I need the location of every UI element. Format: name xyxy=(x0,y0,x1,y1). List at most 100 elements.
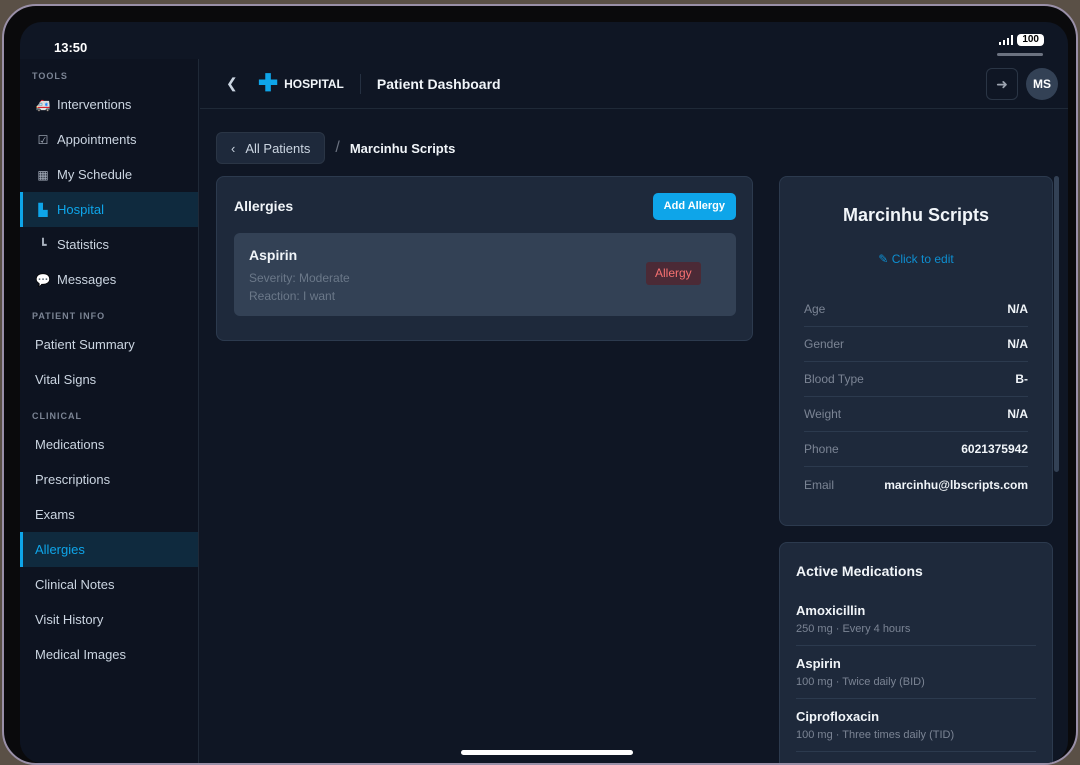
sidebar-item-label: Medical Images xyxy=(35,647,127,662)
back-button[interactable]: ❮ xyxy=(226,75,246,92)
sidebar-item-label: My Schedule xyxy=(57,167,133,182)
sidebar-item-hospital[interactable]: ▙ Hospital xyxy=(20,192,198,227)
patient-fields: Age N/A Gender N/A Blood Type B- Weight N/A Phon… xyxy=(804,292,1028,502)
sidebar-section-title: CLINICAL xyxy=(32,411,82,421)
field-row: Gender N/A xyxy=(804,327,1028,362)
ambulance-icon: 🚑 xyxy=(35,97,51,112)
divider xyxy=(359,73,361,94)
field-value: B- xyxy=(1015,372,1028,386)
home-indicator[interactable] xyxy=(461,750,633,755)
hospital-icon: ▙ xyxy=(38,202,48,217)
status-indicator xyxy=(997,53,1043,56)
sidebar-item-vital-signs[interactable]: Vital Signs xyxy=(20,362,198,397)
breadcrumb-current: Marcinhu Scripts xyxy=(349,140,456,156)
logout-button[interactable]: ➜ xyxy=(986,68,1018,100)
signal-icon xyxy=(999,35,1014,45)
all-patients-button[interactable]: ‹ All Patients xyxy=(216,132,326,164)
sidebar-item-statistics[interactable]: ┗ Statistics xyxy=(20,227,198,262)
screen: 13:50 100 TOOLS 🚑 Interventions ☑ Appointmen… xyxy=(20,22,1068,763)
sidebar-item-medical-images[interactable]: Medical Images xyxy=(20,637,198,672)
breadcrumb: ‹ All Patients / Marcinhu Scripts xyxy=(216,132,455,164)
breadcrumb-separator: / xyxy=(335,139,340,156)
brand-name: HOSPITAL xyxy=(284,76,344,91)
field-row: Blood Type B- xyxy=(804,362,1028,397)
hospital-cross-icon: ✚ xyxy=(258,69,279,97)
page-title: Patient Dashboard xyxy=(376,75,501,92)
field-label: Age xyxy=(804,302,826,316)
allergies-title: Allergies xyxy=(234,198,294,214)
field-row: Age N/A xyxy=(804,292,1028,327)
field-label: Email xyxy=(804,477,835,492)
patient-profile-card: Marcinhu Scripts ✎ Click to edit Age N/A G… xyxy=(779,176,1053,526)
calendar-check-icon: ☑ xyxy=(37,132,49,147)
avatar[interactable]: MS xyxy=(1026,68,1058,100)
sidebar-item-label: Vital Signs xyxy=(35,372,97,387)
allergies-card: Allergies Add Allergy Aspirin Severity: … xyxy=(216,176,753,341)
add-allergy-button[interactable]: Add Allergy xyxy=(652,193,736,220)
edit-link[interactable]: ✎ Click to edit xyxy=(780,252,1052,266)
field-label: Blood Type xyxy=(804,372,864,386)
pencil-icon: ✎ xyxy=(878,252,889,266)
sidebar-item-label: Clinical Notes xyxy=(35,577,115,592)
field-value: marcinhu@lbscripts.com xyxy=(884,477,1028,492)
sidebar-item-label: Statistics xyxy=(57,237,110,252)
sidebar-item-label: Exams xyxy=(35,507,75,522)
logout-icon: ➜ xyxy=(996,75,1008,92)
sidebar-item-label: Allergies xyxy=(35,542,85,557)
allergy-severity: Severity: Moderate xyxy=(249,271,350,285)
field-row: Email marcinhu@lbscripts.com xyxy=(804,467,1028,502)
sidebar-item-label: Messages xyxy=(57,272,117,287)
all-patients-label: All Patients xyxy=(245,140,311,156)
sidebar-item-allergies[interactable]: Allergies xyxy=(20,532,198,567)
sidebar-item-my-schedule[interactable]: ▦ My Schedule xyxy=(20,157,198,192)
sidebar-item-messages[interactable]: 💬 Messages xyxy=(20,262,198,297)
medication-name: Ciprofloxacin xyxy=(796,709,880,724)
header: ❮ ✚ HOSPITAL Patient Dashboard ➜ MS xyxy=(200,59,1068,109)
chart-icon: ┗ xyxy=(39,237,47,252)
medication-item[interactable]: Aspirin 100 mg · Twice daily (BID) xyxy=(796,646,1036,699)
medication-name: Aspirin xyxy=(796,656,841,671)
sidebar-item-label: Interventions xyxy=(57,97,132,112)
sidebar-item-label: Visit History xyxy=(35,612,104,627)
field-value: N/A xyxy=(1007,302,1028,316)
patient-name: Marcinhu Scripts xyxy=(842,205,990,225)
allergy-item[interactable]: Aspirin Severity: Moderate Reaction: I w… xyxy=(234,233,736,316)
sidebar-section-title: TOOLS xyxy=(32,71,68,81)
sidebar-item-label: Medications xyxy=(35,437,105,452)
field-value: 6021375942 xyxy=(961,442,1028,456)
comments-icon: 💬 xyxy=(35,272,51,287)
sidebar-item-visit-history[interactable]: Visit History xyxy=(20,602,198,637)
medications-list: Amoxicillin 250 mg · Every 4 hours Aspirin… xyxy=(796,593,1036,752)
sidebar-item-label: Hospital xyxy=(57,202,104,217)
sidebar-item-prescriptions[interactable]: Prescriptions xyxy=(20,462,198,497)
field-label: Weight xyxy=(804,407,842,421)
field-value: N/A xyxy=(1007,337,1028,351)
medication-item[interactable]: Amoxicillin 250 mg · Every 4 hours xyxy=(796,593,1036,646)
active-medications-card: Active Medications Amoxicillin 250 mg · E… xyxy=(779,542,1053,763)
allergy-name: Aspirin xyxy=(249,247,298,263)
field-label: Gender xyxy=(804,337,845,351)
medication-detail: 250 mg · Every 4 hours xyxy=(796,623,911,635)
medication-detail: 100 mg · Twice daily (BID) xyxy=(796,676,925,688)
chevron-left-icon: ‹ xyxy=(231,140,236,156)
sidebar-item-appointments[interactable]: ☑ Appointments xyxy=(20,122,198,157)
field-row: Weight N/A xyxy=(804,397,1028,432)
field-value: N/A xyxy=(1007,407,1028,421)
sidebar-item-patient-summary[interactable]: Patient Summary xyxy=(20,327,198,362)
sidebar-item-exams[interactable]: Exams xyxy=(20,497,198,532)
allergy-reaction: Reaction: I want xyxy=(249,289,336,303)
scrollbar[interactable] xyxy=(1054,176,1059,472)
calendar-icon: ▦ xyxy=(37,167,49,182)
sidebar-item-medications[interactable]: Medications xyxy=(20,427,198,462)
allergy-badge: Allergy xyxy=(646,262,701,285)
status-icons: 100 xyxy=(999,34,1044,46)
sidebar: TOOLS 🚑 Interventions ☑ Appointments ▦ My Sche… xyxy=(20,59,199,763)
edit-label: Click to edit xyxy=(891,252,954,266)
sidebar-item-label: Appointments xyxy=(57,132,137,147)
device-frame: 13:50 100 TOOLS 🚑 Interventions ☑ Appointmen… xyxy=(2,4,1078,765)
medication-name: Amoxicillin xyxy=(796,603,866,618)
medications-title: Active Medications xyxy=(796,563,923,579)
medication-item[interactable]: Ciprofloxacin 100 mg · Three times daily … xyxy=(796,699,1036,752)
sidebar-item-clinical-notes[interactable]: Clinical Notes xyxy=(20,567,198,602)
sidebar-item-interventions[interactable]: 🚑 Interventions xyxy=(20,87,198,122)
